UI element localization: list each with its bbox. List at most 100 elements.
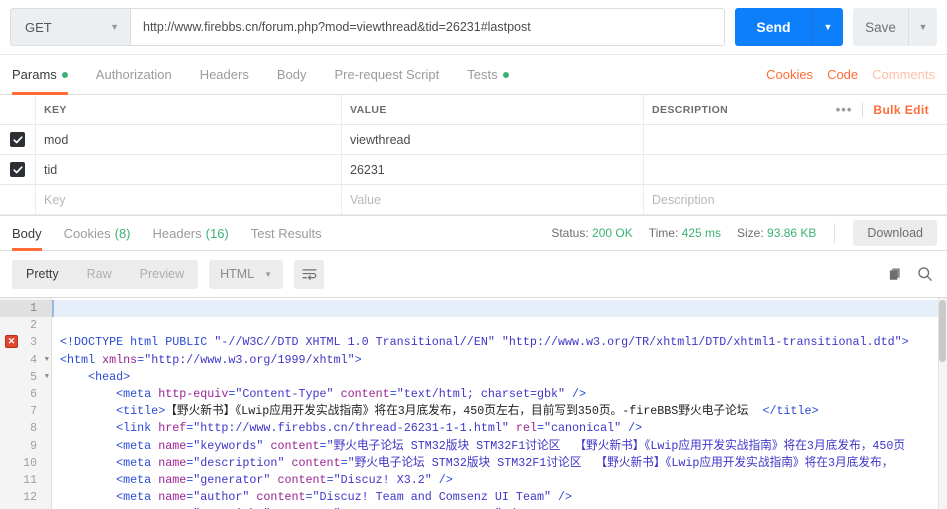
- editor-code-area[interactable]: <!DOCTYPE html PUBLIC "-//W3C//DTD XHTML…: [52, 298, 947, 509]
- send-button[interactable]: Send: [735, 8, 813, 46]
- tab-tests[interactable]: Tests: [453, 55, 522, 94]
- table-row: tid 26231: [0, 155, 947, 185]
- tab-params-label: Params: [12, 67, 57, 82]
- code-token: <head>: [88, 369, 131, 384]
- code-line: <title>【野火新书】《Lwip应用开发实战指南》将在3月底发布，450页左…: [52, 403, 947, 420]
- wrap-text-icon[interactable]: [294, 259, 325, 289]
- code-token: />: [621, 421, 643, 436]
- code-token: content: [277, 472, 327, 487]
- param-value-cell[interactable]: Value: [342, 185, 644, 214]
- param-description-cell[interactable]: Description: [644, 185, 947, 214]
- code-line: <meta http-equiv="Content-Type" content=…: [52, 386, 947, 403]
- code-token: href: [158, 421, 187, 436]
- gutter-line-number: 2: [30, 319, 37, 333]
- code-token: =: [326, 472, 334, 487]
- send-button-group: Send ▼: [735, 8, 843, 46]
- code-link[interactable]: Code: [827, 67, 858, 82]
- code-token: <meta: [116, 455, 159, 470]
- tab-pre-request-script[interactable]: Pre-request Script: [320, 55, 453, 94]
- response-tab-cookies[interactable]: Cookies (8): [53, 216, 142, 250]
- http-method-select[interactable]: GET ▼: [10, 8, 130, 46]
- param-enabled-checkbox[interactable]: [10, 162, 25, 177]
- param-key-cell[interactable]: Key: [36, 185, 342, 214]
- cookies-link[interactable]: Cookies: [766, 67, 813, 82]
- code-token: "http://www.w3.org/1999/xhtml": [144, 352, 355, 367]
- table-row: mod viewthread: [0, 125, 947, 155]
- param-row-check-cell: [0, 185, 36, 214]
- download-button[interactable]: Download: [853, 220, 937, 246]
- code-token: http-equiv: [158, 386, 229, 401]
- param-value-value: 26231: [350, 162, 385, 177]
- code-token: "author": [193, 490, 250, 505]
- code-token: content: [340, 386, 390, 401]
- time-badge: Time: 425 ms: [649, 226, 721, 240]
- editor-vertical-scrollbar[interactable]: [938, 298, 947, 509]
- search-icon[interactable]: [917, 266, 933, 282]
- size-value: 93.86 KB: [767, 226, 817, 240]
- param-value-cell[interactable]: viewthread: [342, 125, 644, 154]
- save-options-caret[interactable]: ▼: [909, 8, 937, 46]
- param-key-placeholder: Key: [44, 192, 66, 207]
- view-mode-raw[interactable]: Raw: [73, 260, 126, 289]
- response-meta: Status: 200 OK Time: 425 ms Size: 93.86 …: [551, 220, 947, 246]
- code-line: <html xmlns="http://www.w3.org/1999/xhtm…: [52, 352, 947, 369]
- view-mode-pretty[interactable]: Pretty: [12, 260, 73, 289]
- body-format-select[interactable]: HTML ▼: [209, 259, 284, 289]
- chevron-down-icon: ▼: [264, 269, 273, 279]
- copy-icon[interactable]: [888, 267, 903, 282]
- code-token: content: [270, 438, 320, 453]
- code-token: <!DOCTYPE html PUBLIC: [60, 335, 215, 350]
- param-description-cell[interactable]: [644, 125, 947, 154]
- tab-authorization[interactable]: Authorization: [82, 55, 186, 94]
- code-token: name: [158, 438, 187, 453]
- fold-toggle-icon[interactable]: ▼: [45, 352, 49, 369]
- gutter-line-number: 11: [23, 473, 37, 487]
- time-label: Time:: [648, 226, 679, 240]
- response-tab-headers-label: Headers: [152, 225, 202, 241]
- request-url-input[interactable]: [130, 8, 725, 46]
- code-token: name: [158, 472, 187, 487]
- body-format-label: HTML: [220, 267, 255, 281]
- bulk-edit-link[interactable]: Bulk Edit: [873, 103, 929, 117]
- params-header-description: DESCRIPTION: [652, 103, 729, 116]
- code-token: />: [431, 472, 453, 487]
- param-key-cell[interactable]: tid: [36, 155, 342, 184]
- tab-headers[interactable]: Headers: [186, 55, 263, 94]
- code-line: <meta name="author" content="Discuz! Tea…: [52, 489, 947, 506]
- param-key-value: tid: [44, 162, 58, 177]
- code-token: "-//W3C//DTD XHTML 1.0 Transitional//EN": [214, 335, 495, 350]
- param-value-cell[interactable]: 26231: [342, 155, 644, 184]
- code-token: "Discuz! X3.2": [333, 472, 432, 487]
- response-tab-test-results[interactable]: Test Results: [240, 216, 333, 250]
- param-row-check-cell: [0, 155, 36, 184]
- send-options-caret[interactable]: ▼: [813, 8, 843, 46]
- param-description-cell[interactable]: [644, 155, 947, 184]
- response-tab-body[interactable]: Body: [12, 216, 53, 251]
- divider: [834, 223, 836, 243]
- view-mode-preview[interactable]: Preview: [126, 260, 198, 289]
- size-badge: Size: 93.86 KB: [737, 226, 816, 240]
- code-token: <meta: [116, 490, 159, 505]
- param-key-cell[interactable]: mod: [36, 125, 342, 154]
- code-token: >: [354, 352, 362, 367]
- status-value: 200 OK: [592, 226, 633, 240]
- save-button[interactable]: Save: [853, 8, 909, 46]
- comments-link[interactable]: Comments: [872, 67, 935, 82]
- tab-body[interactable]: Body: [263, 55, 321, 94]
- fold-toggle-icon[interactable]: ▼: [45, 369, 49, 386]
- code-token: "text/html; charset=gbk": [396, 386, 566, 401]
- param-enabled-checkbox[interactable]: [10, 132, 25, 147]
- response-tab-test-results-label: Test Results: [250, 225, 322, 241]
- response-tab-headers[interactable]: Headers (16): [142, 216, 240, 250]
- gutter-line-number: 9: [30, 439, 37, 453]
- code-token: "野火电子论坛 STM32版块 STM32F1讨论区 【野火新书】《Lwip应用…: [347, 455, 894, 470]
- tab-params[interactable]: Params: [12, 55, 82, 95]
- code-token: <meta: [116, 438, 159, 453]
- request-tabs-actions: Cookies Code Comments: [766, 55, 937, 94]
- scrollbar-thumb[interactable]: [939, 300, 946, 362]
- response-code-editor[interactable]: 12✕34▼5▼67891011121314 <!DOCTYPE html PU…: [0, 297, 947, 509]
- more-options-icon[interactable]: •••: [836, 102, 853, 117]
- params-active-dot-icon: [61, 71, 68, 78]
